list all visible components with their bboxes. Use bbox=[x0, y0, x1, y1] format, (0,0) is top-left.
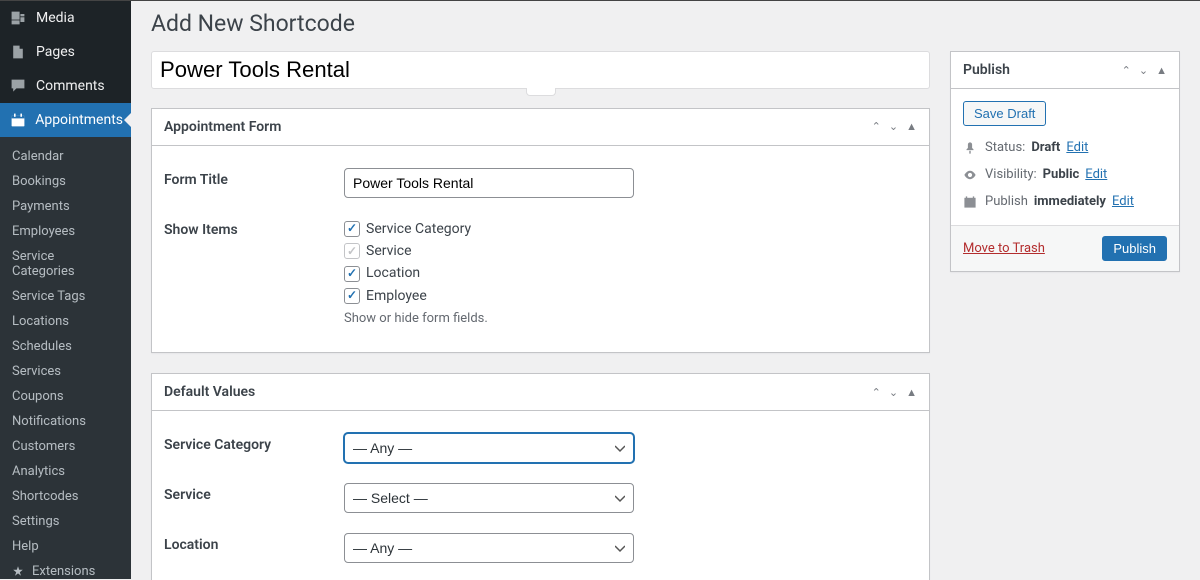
move-down-icon[interactable]: ⌄ bbox=[889, 120, 898, 133]
edit-schedule-link[interactable]: Edit bbox=[1112, 194, 1134, 209]
submenu-notifications[interactable]: Notifications bbox=[0, 409, 131, 434]
eye-icon bbox=[963, 168, 979, 182]
sidebar-item-comments[interactable]: Comments bbox=[0, 69, 131, 103]
calendar-icon bbox=[8, 110, 27, 130]
dv-service-category-select[interactable]: — Any — bbox=[344, 433, 634, 463]
submenu-extensions[interactable]: Extensions bbox=[0, 559, 131, 579]
move-up-icon[interactable]: ⌃ bbox=[872, 386, 881, 399]
default-values-box: Default Values ⌃ ⌄ ▲ Service Category — … bbox=[151, 373, 930, 580]
submenu-schedules[interactable]: Schedules bbox=[0, 334, 131, 359]
move-down-icon[interactable]: ⌄ bbox=[889, 386, 898, 399]
submenu-locations[interactable]: Locations bbox=[0, 309, 131, 334]
submenu-analytics[interactable]: Analytics bbox=[0, 459, 131, 484]
page-title: Add New Shortcode bbox=[151, 1, 1180, 41]
extensions-icon bbox=[12, 565, 26, 579]
save-draft-button[interactable]: Save Draft bbox=[963, 101, 1046, 126]
dv-service-label: Service bbox=[164, 483, 344, 513]
submenu-shortcodes[interactable]: Shortcodes bbox=[0, 484, 131, 509]
move-up-icon[interactable]: ⌃ bbox=[1122, 64, 1131, 77]
submenu-calendar[interactable]: Calendar bbox=[0, 144, 131, 169]
publish-box: Publish ⌃ ⌄ ▲ Save Draft Status: Draft E… bbox=[950, 51, 1180, 272]
calendar-icon bbox=[963, 195, 979, 209]
checkbox-service[interactable] bbox=[344, 243, 360, 259]
media-icon bbox=[8, 8, 28, 28]
edit-status-link[interactable]: Edit bbox=[1066, 140, 1088, 155]
show-items-help: Show or hide form fields. bbox=[344, 311, 917, 326]
checkbox-employee[interactable] bbox=[344, 288, 360, 304]
form-title-label: Form Title bbox=[164, 168, 344, 198]
submenu-services[interactable]: Services bbox=[0, 359, 131, 384]
sidebar-submenu: Calendar Bookings Payments Employees Ser… bbox=[0, 137, 131, 579]
box-title: Default Values bbox=[152, 374, 267, 410]
sidebar-item-media[interactable]: Media bbox=[0, 1, 131, 35]
box-title: Publish bbox=[951, 52, 1022, 88]
sidebar-label: Comments bbox=[36, 78, 105, 94]
sidebar-label: Pages bbox=[36, 44, 75, 60]
sidebar-label: Appointments bbox=[35, 112, 123, 128]
title-input[interactable] bbox=[151, 51, 930, 89]
sidebar-item-pages[interactable]: Pages bbox=[0, 35, 131, 69]
sidebar-label: Media bbox=[36, 10, 75, 26]
edit-visibility-link[interactable]: Edit bbox=[1085, 167, 1107, 182]
publish-button[interactable]: Publish bbox=[1102, 236, 1167, 261]
submenu-customers[interactable]: Customers bbox=[0, 434, 131, 459]
collapse-icon[interactable]: ▲ bbox=[906, 386, 917, 399]
submenu-service-tags[interactable]: Service Tags bbox=[0, 284, 131, 309]
submenu-settings[interactable]: Settings bbox=[0, 509, 131, 534]
move-up-icon[interactable]: ⌃ bbox=[872, 120, 881, 133]
appointment-form-box: Appointment Form ⌃ ⌄ ▲ Form Title bbox=[151, 108, 930, 354]
box-title: Appointment Form bbox=[152, 109, 293, 145]
checkbox-service-category[interactable] bbox=[344, 221, 360, 237]
submenu-coupons[interactable]: Coupons bbox=[0, 384, 131, 409]
collapse-icon[interactable]: ▲ bbox=[1156, 64, 1167, 77]
show-items-label: Show Items bbox=[164, 218, 344, 327]
admin-sidebar: Media Pages Comments Appointments Calend… bbox=[0, 1, 131, 579]
main-content: Add New Shortcode Appointment Form ⌃ ⌄ ▲… bbox=[131, 1, 1200, 580]
dv-location-label: Location bbox=[164, 533, 344, 563]
form-title-input[interactable] bbox=[344, 168, 634, 198]
submenu-employees[interactable]: Employees bbox=[0, 219, 131, 244]
submenu-service-categories[interactable]: Service Categories bbox=[0, 244, 131, 284]
dv-location-select[interactable]: — Any — bbox=[344, 533, 634, 563]
move-to-trash-link[interactable]: Move to Trash bbox=[963, 241, 1045, 256]
move-down-icon[interactable]: ⌄ bbox=[1139, 64, 1148, 77]
comment-icon bbox=[8, 76, 28, 96]
collapse-icon[interactable]: ▲ bbox=[906, 120, 917, 133]
sidebar-item-appointments[interactable]: Appointments bbox=[0, 103, 131, 137]
page-icon bbox=[8, 42, 28, 62]
submenu-payments[interactable]: Payments bbox=[0, 194, 131, 219]
drag-handle-icon[interactable] bbox=[526, 88, 556, 96]
submenu-bookings[interactable]: Bookings bbox=[0, 169, 131, 194]
submenu-help[interactable]: Help bbox=[0, 534, 131, 559]
dv-service-select[interactable]: — Select — bbox=[344, 483, 634, 513]
checkbox-location[interactable] bbox=[344, 266, 360, 282]
pin-icon bbox=[963, 141, 979, 155]
dv-service-category-label: Service Category bbox=[164, 433, 344, 463]
